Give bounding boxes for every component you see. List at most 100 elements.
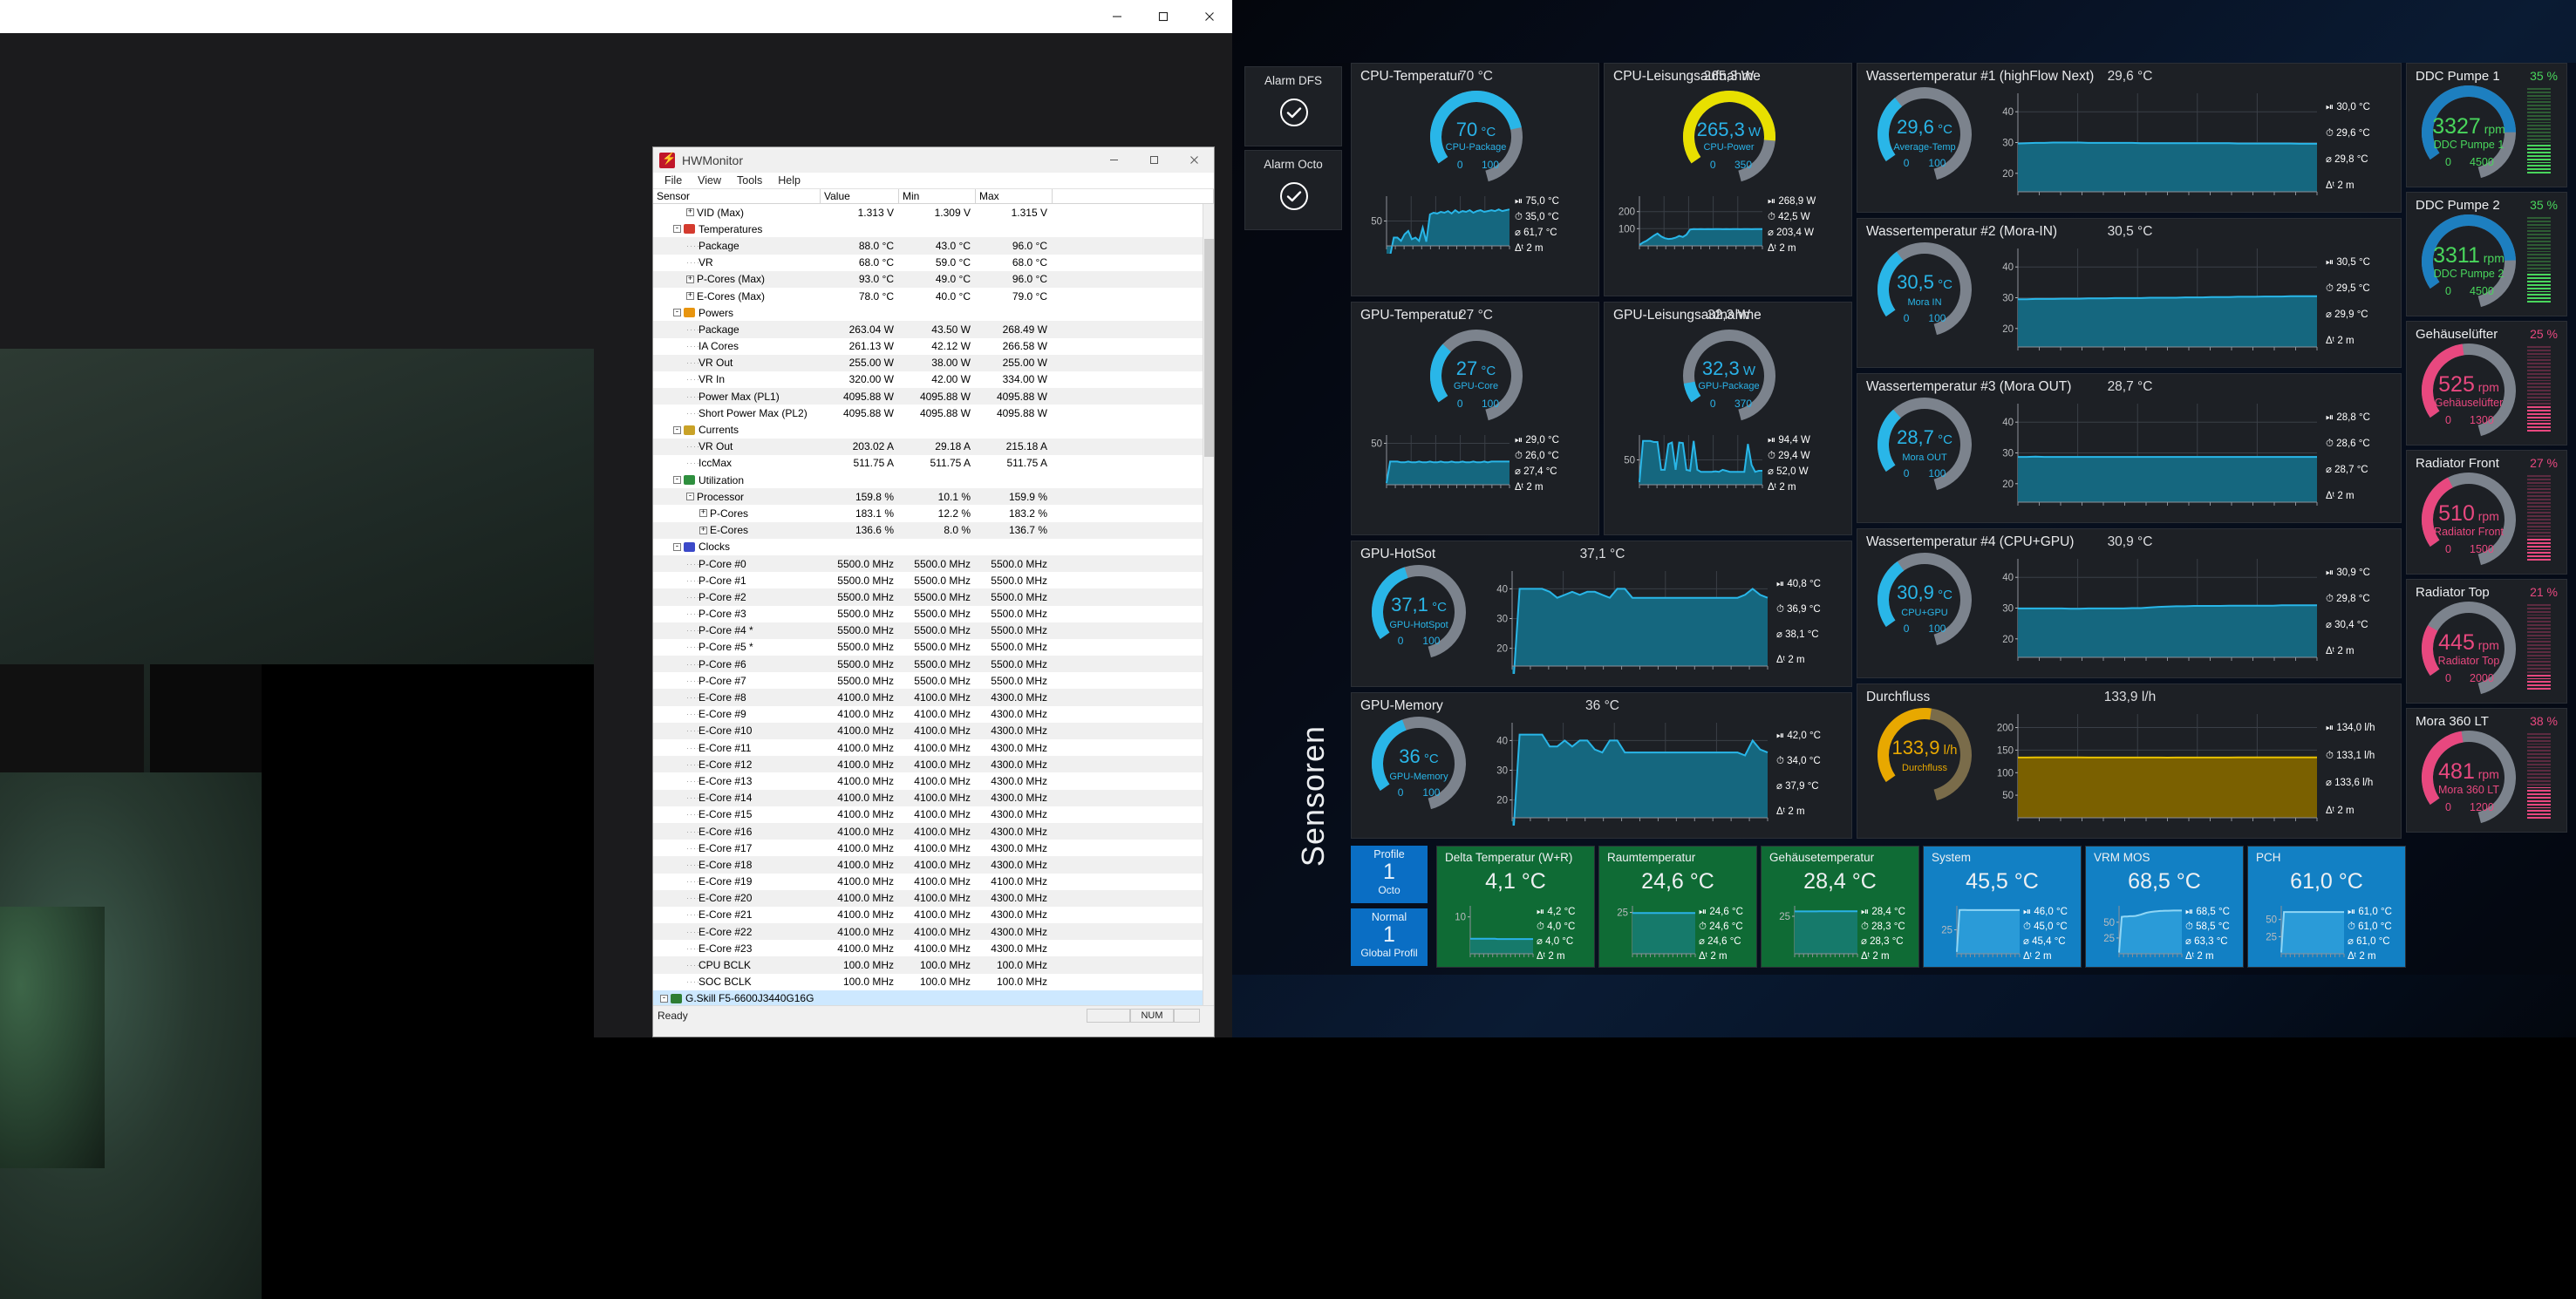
sensor-panel[interactable]: Wassertemperatur #2 (Mora-IN) 30,5 °C 30,… xyxy=(1857,218,2402,368)
sensor-row[interactable]: ····E-Core #20 4100.0 MHz 4100.0 MHz 4300.0… xyxy=(653,889,1203,907)
sensor-row[interactable]: - Utilization xyxy=(653,472,1203,488)
sensor-row[interactable]: ····E-Core #11 4100.0 MHz 4100.0 MHz 4300.0… xyxy=(653,739,1203,756)
menu-file[interactable]: File xyxy=(657,173,690,189)
sensor-row[interactable]: ····P-Core #5 * 5500.0 MHz 5500.0 MHz 5500.… xyxy=(653,639,1203,656)
collapse-icon[interactable]: - xyxy=(673,309,681,317)
sensor-row[interactable]: ····Package 263.04 W 43.50 W 268.49 W xyxy=(653,321,1203,338)
fan-panel[interactable]: Radiator Front 27 % 510 rpm Radiator Fro… xyxy=(2406,450,2567,575)
menu-view[interactable]: View xyxy=(690,173,729,189)
profile-box-global[interactable]: Normal 1 Global Profil xyxy=(1351,908,1428,966)
sensor-row[interactable]: ····Short Power Max (PL2) 4095.88 W 4095.8… xyxy=(653,405,1203,421)
sensor-row[interactable]: ····VR 68.0 °C 59.0 °C 68.0 °C xyxy=(653,255,1203,271)
sensor-row[interactable]: + E-Cores (Max) 78.0 °C 40.0 °C 79.0 °C xyxy=(653,288,1203,304)
sensor-row[interactable]: ····E-Core #16 4100.0 MHz 4100.0 MHz 4300.0… xyxy=(653,822,1203,840)
sensor-row[interactable]: ····E-Core #14 4100.0 MHz 4100.0 MHz 4300.0… xyxy=(653,789,1203,806)
sensor-row[interactable]: - Clocks xyxy=(653,539,1203,555)
sensor-row[interactable]: ····E-Core #22 4100.0 MHz 4100.0 MHz 4300.0… xyxy=(653,923,1203,941)
sensor-row[interactable]: ····Power Max (PL1) 4095.88 W 4095.88 W 409… xyxy=(653,388,1203,405)
sensor-row[interactable]: ····SOC BCLK 100.0 MHz 100.0 MHz 100.0 MHz xyxy=(653,974,1203,990)
sensor-row[interactable]: - Processor 159.8 % 10.1 % 159.9 % xyxy=(653,488,1203,506)
hwmonitor-close-button[interactable] xyxy=(1174,147,1214,173)
sensor-table-scrollbar[interactable] xyxy=(1203,204,1214,1005)
sensor-row[interactable]: + P-Cores 183.1 % 12.2 % 183.2 % xyxy=(653,505,1203,521)
sensor-row[interactable]: ····E-Core #15 4100.0 MHz 4100.0 MHz 4300.0… xyxy=(653,806,1203,823)
hwmonitor-maximize-button[interactable] xyxy=(1134,147,1174,173)
sensor-row[interactable]: ····E-Core #23 4100.0 MHz 4100.0 MHz 4300.0… xyxy=(653,940,1203,956)
sensor-panel[interactable]: Wassertemperatur #1 (highFlow Next) 29,6 … xyxy=(1857,63,2402,213)
sensor-row[interactable]: ····CPU BCLK 100.0 MHz 100.0 MHz 100.0 MHz xyxy=(653,956,1203,974)
sensor-row[interactable]: ····P-Core #0 5500.0 MHz 5500.0 MHz 5500.0 … xyxy=(653,554,1203,573)
menu-help[interactable]: Help xyxy=(770,173,808,189)
profile-box-octo[interactable]: Profile 1 Octo xyxy=(1351,846,1428,903)
scrollbar-thumb[interactable] xyxy=(1204,239,1214,457)
sensor-row[interactable]: ····E-Core #19 4100.0 MHz 4100.0 MHz 4100.0… xyxy=(653,874,1203,890)
mini-tile[interactable]: PCH 61,0 °C 50 25 ⏯ 61,0 °C ⏱ 61,0 °C ⌀ 61,… xyxy=(2247,846,2406,968)
sensor-row[interactable]: ····E-Core #13 4100.0 MHz 4100.0 MHz 4300.0… xyxy=(653,772,1203,789)
sensor-row[interactable]: ····P-Core #6 5500.0 MHz 5500.0 MHz 5500.0 … xyxy=(653,656,1203,673)
sensor-row[interactable]: - Temperatures xyxy=(653,221,1203,237)
fan-panel[interactable]: Gehäuselüfter 25 % 525 rpm Gehäuselüfter… xyxy=(2406,321,2567,445)
sensor-row[interactable]: + VID (Max) 1.313 V 1.309 V 1.315 V xyxy=(653,204,1203,221)
sensor-row[interactable]: - Currents xyxy=(653,421,1203,438)
mini-tile[interactable]: System 45,5 °C 25 ⏯ 46,0 °C ⏱ 45,0 °C ⌀ 45… xyxy=(1923,846,2082,968)
sensor-row[interactable]: ····E-Core #21 4100.0 MHz 4100.0 MHz 4300.0… xyxy=(653,907,1203,923)
hwmonitor-minimize-button[interactable] xyxy=(1094,147,1134,173)
collapse-icon[interactable]: - xyxy=(673,476,681,485)
sensor-panel[interactable]: CPU-Temperatur 70 °C 70 °C CPU-Package 0 … xyxy=(1351,63,1599,296)
column-header-value[interactable]: Value xyxy=(821,189,899,203)
alarm-panel[interactable]: Alarm Octo xyxy=(1244,150,1342,230)
sensor-row[interactable]: - G.Skill F5-6600J3440G16G xyxy=(653,990,1203,1005)
menu-tools[interactable]: Tools xyxy=(729,173,770,189)
column-header-sensor[interactable]: Sensor xyxy=(653,189,821,203)
expand-icon[interactable]: + xyxy=(699,526,707,534)
expand-icon[interactable]: + xyxy=(699,509,707,518)
column-header-max[interactable]: Max xyxy=(976,189,1053,203)
expand-icon[interactable]: + xyxy=(686,275,694,283)
collapse-icon[interactable]: - xyxy=(673,225,681,234)
sensor-row[interactable]: ····P-Core #7 5500.0 MHz 5500.0 MHz 5500.0 … xyxy=(653,672,1203,689)
sensor-row[interactable]: - Powers xyxy=(653,304,1203,321)
sensor-panel[interactable]: GPU-Memory 36 °C 36 °C GPU-Memory 0 100 4… xyxy=(1351,692,1852,839)
fan-panel[interactable]: DDC Pumpe 2 35 % 3311 rpm DDC Pumpe 2 0 … xyxy=(2406,192,2567,316)
sensor-panel[interactable]: GPU-Leisungsaufnahme 32,3 W 32,3 W GPU-Pa… xyxy=(1604,302,1852,535)
mini-tile[interactable]: VRM MOS 68,5 °C 50 25 ⏯ 68,5 °C ⏱ 58,5 °C ⌀… xyxy=(2085,846,2244,968)
fan-panel[interactable]: Mora 360 LT 38 % 481 rpm Mora 360 LT 0 1… xyxy=(2406,708,2567,833)
sensor-row[interactable]: ····E-Core #17 4100.0 MHz 4100.0 MHz 4300.0… xyxy=(653,840,1203,856)
sensor-row[interactable]: ····P-Core #3 5500.0 MHz 5500.0 MHz 5500.0 … xyxy=(653,606,1203,622)
sensor-row[interactable]: ····Package 88.0 °C 43.0 °C 96.0 °C xyxy=(653,237,1203,255)
collapse-icon[interactable]: - xyxy=(660,994,668,1003)
sensor-row[interactable]: ····E-Core #9 4100.0 MHz 4100.0 MHz 4300.0 … xyxy=(653,706,1203,723)
hwmonitor-titlebar[interactable]: HWMonitor xyxy=(653,147,1214,173)
sensor-panel[interactable]: Wassertemperatur #4 (CPU+GPU) 30,9 °C 30,… xyxy=(1857,528,2402,678)
sensor-row[interactable]: ····E-Core #8 4100.0 MHz 4100.0 MHz 4300.0 … xyxy=(653,689,1203,706)
sensor-row[interactable]: ····IccMax 511.75 A 511.75 A 511.75 A xyxy=(653,455,1203,472)
sensor-panel[interactable]: CPU-Leisungsaufnahme 265,3 W 265,3 W CPU-… xyxy=(1604,63,1852,296)
sensor-row[interactable]: ····P-Core #2 5500.0 MHz 5500.0 MHz 5500.0 … xyxy=(653,588,1203,606)
sensor-row[interactable]: ····IA Cores 261.13 W 42.12 W 266.58 W xyxy=(653,338,1203,355)
sensor-panel[interactable]: GPU-HotSot 37,1 °C 37,1 °C GPU-HotSpot 0 … xyxy=(1351,541,1852,687)
sensor-panel[interactable]: GPU-Temperatur 27 °C 27 °C GPU-Core 0 100… xyxy=(1351,302,1599,535)
window-minimize-button[interactable] xyxy=(1094,0,1140,33)
mini-tile[interactable]: Gehäusetemperatur 28,4 °C 25 ⏯ 28,4 °C ⏱ … xyxy=(1761,846,1919,968)
sensor-row[interactable]: + E-Cores 136.6 % 8.0 % 136.7 % xyxy=(653,521,1203,539)
collapse-icon[interactable]: - xyxy=(673,425,681,434)
alarm-panel[interactable]: Alarm DFS xyxy=(1244,66,1342,146)
sensor-row[interactable]: ····VR In 320.00 W 42.00 W 334.00 W xyxy=(653,371,1203,388)
collapse-icon[interactable]: - xyxy=(686,493,694,501)
collapse-icon[interactable]: - xyxy=(673,542,681,551)
fan-panel[interactable]: DDC Pumpe 1 35 % 3327 rpm DDC Pumpe 1 0 … xyxy=(2406,63,2567,187)
fan-panel[interactable]: Radiator Top 21 % 445 rpm Radiator Top 0… xyxy=(2406,579,2567,704)
mini-tile[interactable]: Delta Temperatur (W+R) 4,1 °C 10 ⏯ 4,2 °… xyxy=(1436,846,1595,968)
expand-icon[interactable]: + xyxy=(686,208,694,217)
sensor-panel[interactable]: Wassertemperatur #3 (Mora OUT) 28,7 °C 28… xyxy=(1857,373,2402,523)
sensor-row[interactable]: ····E-Core #10 4100.0 MHz 4100.0 MHz 4300.0… xyxy=(653,722,1203,739)
sensor-panel[interactable]: Durchfluss 133,9 l/h 133,9 l/h Durchfluss… xyxy=(1857,684,2402,839)
sensor-row[interactable]: ····VR Out 203.02 A 29.18 A 215.18 A xyxy=(653,438,1203,455)
hwmonitor-menubar[interactable]: File View Tools Help xyxy=(653,173,1214,189)
sensor-row[interactable]: ····P-Core #1 5500.0 MHz 5500.0 MHz 5500.0 … xyxy=(653,572,1203,588)
hwmonitor-window[interactable]: HWMonitor File View Tools Help Sensor Va… xyxy=(652,146,1215,1037)
column-header-min[interactable]: Min xyxy=(899,189,976,203)
window-close-button[interactable] xyxy=(1186,0,1232,33)
sensor-row[interactable]: ····E-Core #12 4100.0 MHz 4100.0 MHz 4300.0… xyxy=(653,756,1203,773)
sensor-row[interactable]: ····P-Core #4 * 5500.0 MHz 5500.0 MHz 5500.… xyxy=(653,622,1203,639)
